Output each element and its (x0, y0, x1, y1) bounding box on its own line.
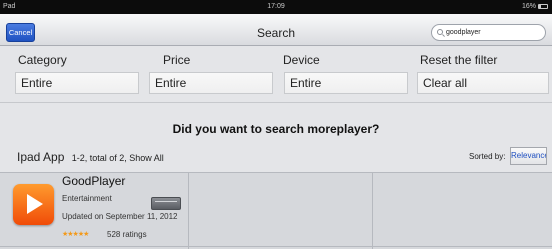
app-category: Entertainment (62, 194, 112, 203)
search-input-value: goodplayer (446, 29, 481, 36)
device-select[interactable]: Entire (284, 72, 408, 94)
results-header: Ipad App 1-2, total of 2, Show All (17, 150, 164, 164)
filter-price-label: Price (163, 53, 191, 67)
ratings-count: 528 ratings (107, 230, 147, 239)
divider (0, 102, 552, 103)
play-icon (27, 194, 43, 214)
search-suggestion-link[interactable]: Did you want to search moreplayer? (0, 122, 552, 136)
price-select[interactable]: Entire (149, 72, 273, 94)
filter-device-label: Device (283, 53, 320, 67)
search-icon (437, 29, 443, 35)
clock: 17:09 (267, 3, 285, 10)
grid-divider (0, 246, 552, 247)
sort-label: Sorted by: (469, 152, 506, 161)
category-select[interactable]: Entire (15, 72, 139, 94)
battery-percent: 16% (521, 3, 536, 10)
app-icon-goodplayer[interactable] (13, 184, 54, 225)
clear-all-button[interactable]: Clear all (417, 72, 549, 94)
filter-reset-label: Reset the filter (420, 53, 498, 67)
sort-relevance-button[interactable]: Relevance (510, 147, 547, 165)
grid-divider (372, 172, 373, 249)
status-bar: Pad 17:09 16% (0, 0, 552, 14)
rating-stars: ★★★★★ (62, 231, 89, 238)
filter-category-label: Category (18, 53, 67, 67)
navigation-bar: Cancel Search goodplayer (0, 14, 552, 46)
battery-indicator: 16% (522, 3, 548, 10)
app-updated-date: Updated on September 11, 2012 (62, 212, 178, 221)
results-section-title: Ipad App (17, 150, 65, 164)
search-input[interactable]: goodplayer (431, 24, 546, 41)
price-button[interactable] (151, 197, 181, 210)
results-count[interactable]: 1-2, total of 2, Show All (72, 153, 164, 163)
battery-icon (538, 4, 548, 9)
grid-divider (188, 172, 189, 249)
app-name[interactable]: GoodPlayer (62, 174, 125, 188)
